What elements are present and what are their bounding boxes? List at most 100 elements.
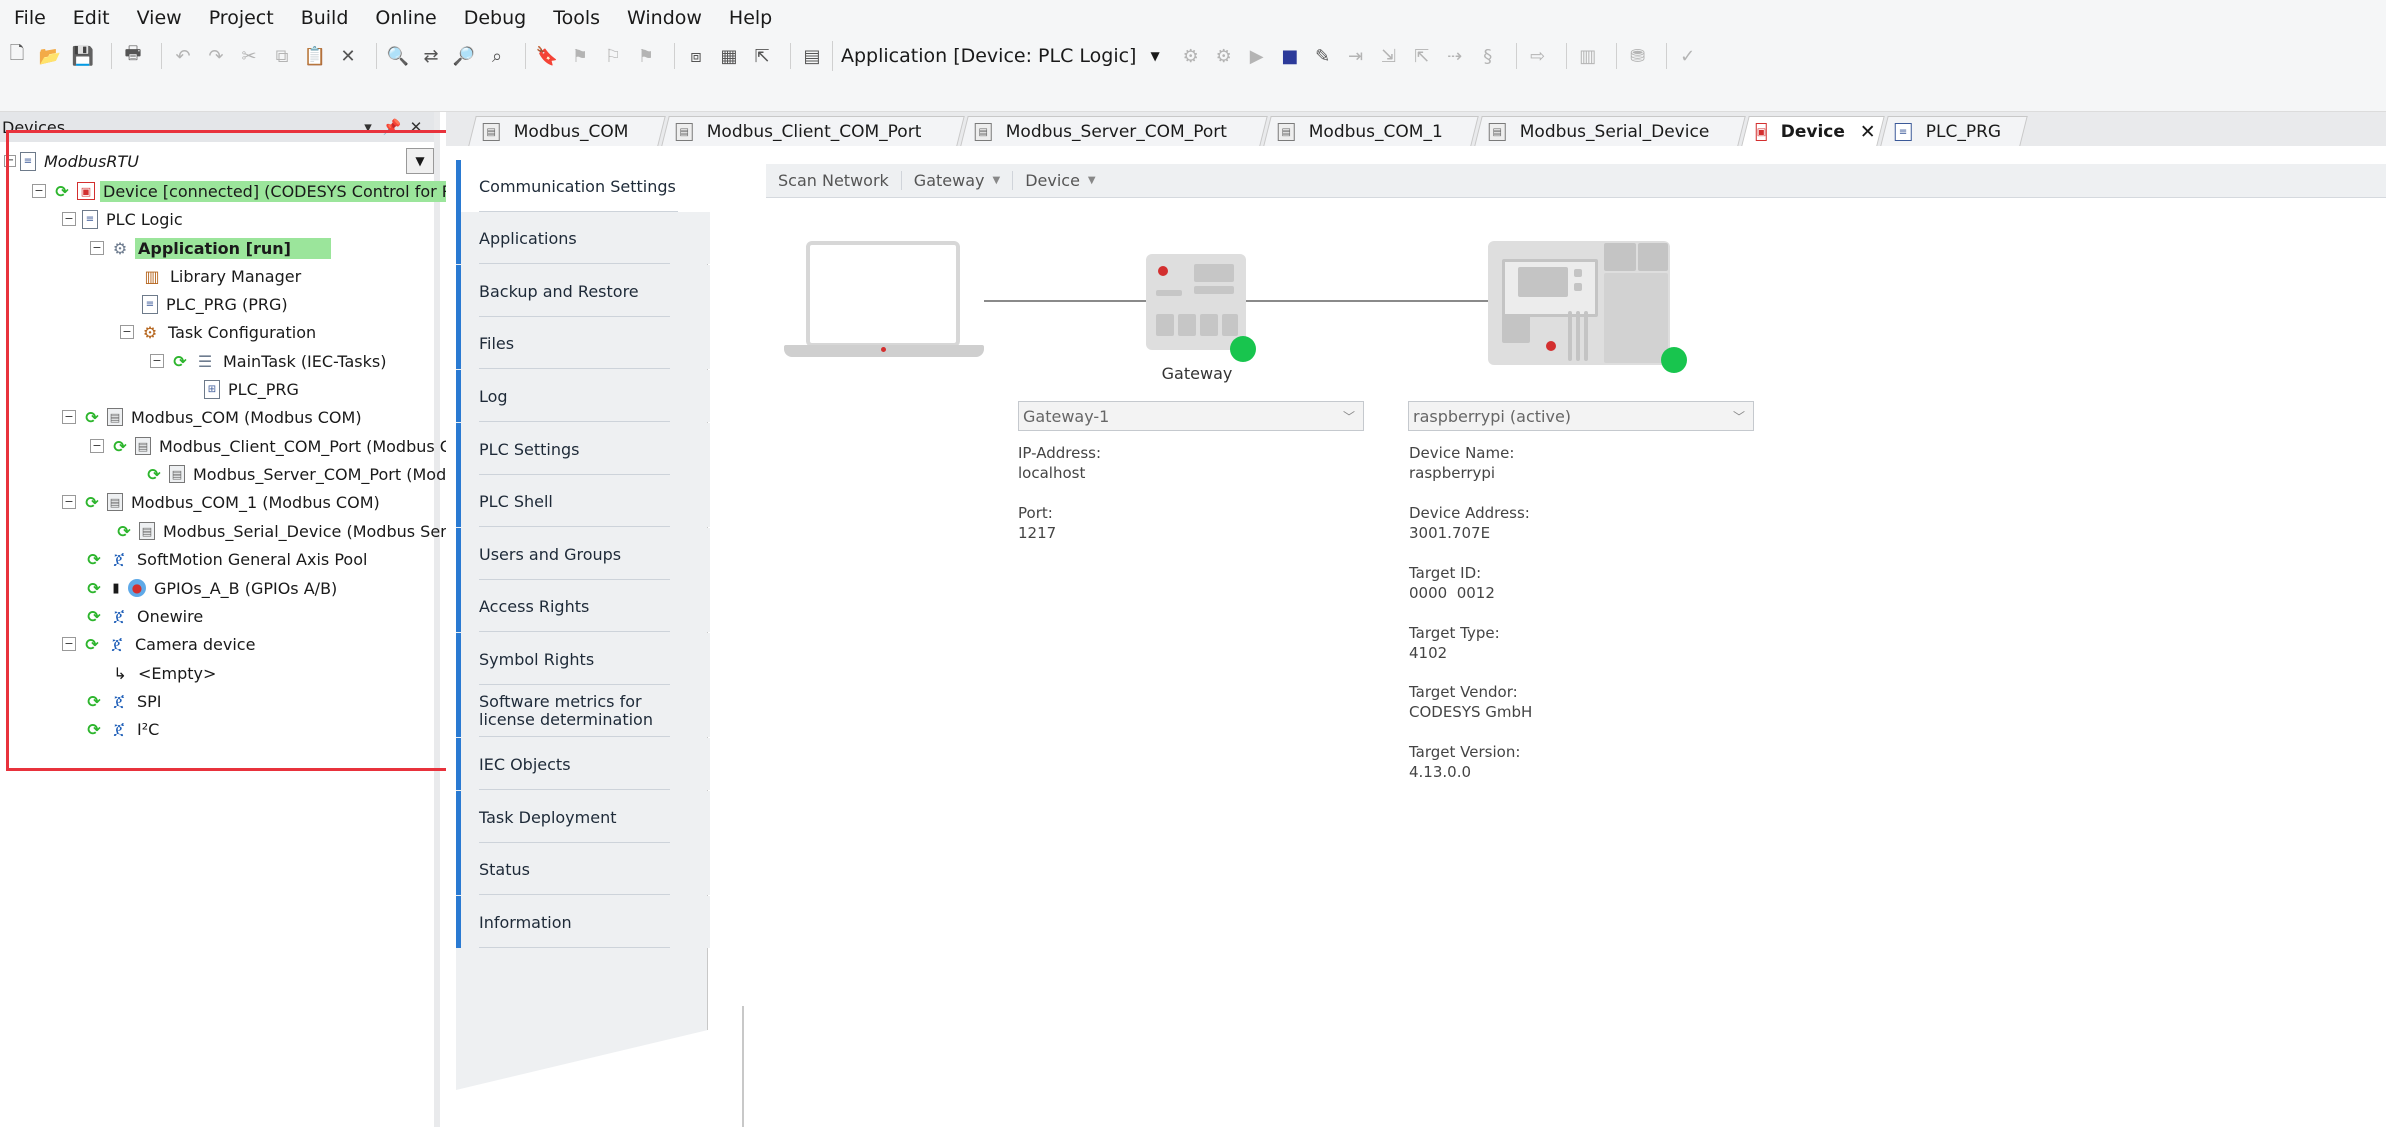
- collapse-icon[interactable]: −: [62, 212, 76, 226]
- close-icon[interactable]: ✕: [404, 118, 428, 136]
- nav-iec-objects[interactable]: IEC Objects: [456, 738, 710, 790]
- nav-users-and-groups[interactable]: Users and Groups: [456, 528, 710, 580]
- tree-item-plc-prg[interactable]: ≡ PLC_PRG (PRG): [142, 291, 291, 317]
- collapse-icon[interactable]: −: [4, 155, 16, 167]
- check-icon[interactable]: ✓: [1675, 43, 1701, 69]
- menu-tools[interactable]: Tools: [553, 7, 600, 29]
- redo-icon[interactable]: ↷: [203, 43, 229, 69]
- gateway-device-icon[interactable]: [1146, 254, 1246, 350]
- collapse-icon[interactable]: −: [90, 439, 104, 453]
- nav-backup-and-restore[interactable]: Backup and Restore: [456, 265, 710, 317]
- bookmark-icon[interactable]: 🔖: [534, 43, 560, 69]
- tree-item-device[interactable]: − ⟳ ▣ Device [connected] (CODESYS Contro…: [32, 178, 474, 204]
- delete-icon[interactable]: ✕: [335, 43, 361, 69]
- tree-item-spi[interactable]: ⟳ ጀ SPI: [84, 688, 165, 714]
- collapse-icon[interactable]: −: [62, 410, 76, 424]
- nav-access-rights[interactable]: Access Rights: [456, 580, 710, 632]
- device-select[interactable]: raspberrypi (active) ﹀: [1408, 401, 1754, 431]
- calendar-icon[interactable]: ▤: [799, 43, 825, 69]
- tree-item-gpios-a-b[interactable]: ⟳ ▮ ● GPIOs_A_B (GPIOs A/B): [84, 575, 340, 601]
- collapse-icon[interactable]: −: [120, 325, 134, 339]
- export-icon[interactable]: ⇱: [749, 43, 775, 69]
- tree-item-plc-prg-call[interactable]: ⊞ PLC_PRG: [204, 376, 302, 402]
- project-root-row[interactable]: − ≡ ModbusRTU ▼: [0, 148, 440, 174]
- tree-item-plc-logic[interactable]: − ≡ PLC Logic: [62, 206, 186, 232]
- gateway-menu-button[interactable]: Gateway ▼: [902, 171, 1014, 190]
- cut-icon[interactable]: ✂: [236, 43, 262, 69]
- menu-online[interactable]: Online: [375, 7, 436, 29]
- print-icon[interactable]: 🖶: [120, 43, 146, 69]
- paste-icon[interactable]: 📋: [302, 43, 328, 69]
- tab-modbus-com-1[interactable]: ▤ Modbus_COM_1: [1263, 116, 1479, 146]
- nav-log[interactable]: Log: [456, 370, 710, 422]
- collapse-icon[interactable]: −: [62, 495, 76, 509]
- tree-item-library-manager[interactable]: ▥ Library Manager: [142, 263, 304, 289]
- insert-object-icon[interactable]: ▦: [716, 43, 742, 69]
- force-values-icon[interactable]: ▥: [1575, 43, 1601, 69]
- menu-file[interactable]: File: [14, 7, 46, 29]
- bookmark-clear-icon[interactable]: ⚑: [633, 43, 659, 69]
- tree-item-task-configuration[interactable]: − ⚙ Task Configuration: [120, 319, 319, 345]
- new-file-icon[interactable]: 🗋: [4, 43, 30, 69]
- bookmark-prev-icon[interactable]: ⚐: [600, 43, 626, 69]
- bookmark-next-icon[interactable]: ⚑: [567, 43, 593, 69]
- nav-symbol-rights[interactable]: Symbol Rights: [456, 633, 710, 685]
- step-out-icon[interactable]: ⇱: [1409, 43, 1435, 69]
- tree-item-onewire[interactable]: ⟳ ጀ Onewire: [84, 603, 206, 629]
- tab-modbus-client-com-port[interactable]: ▤ Modbus_Client_COM_Port: [661, 116, 965, 146]
- tree-item-empty-slot[interactable]: ↳ <Empty>: [110, 660, 219, 686]
- nav-information[interactable]: Information: [456, 896, 710, 948]
- login-icon[interactable]: ⚙: [1178, 43, 1204, 69]
- active-application-combo[interactable]: Application [Device: PLC Logic] ▼: [832, 41, 1168, 71]
- collapse-icon[interactable]: −: [62, 637, 76, 651]
- tab-plc-prg[interactable]: ≡ PLC_PRG: [1880, 116, 2028, 146]
- plc-device-icon[interactable]: [1488, 241, 1670, 365]
- gateway-select[interactable]: Gateway-1 ﹀: [1018, 401, 1364, 431]
- scan-network-button[interactable]: Scan Network: [766, 171, 902, 190]
- close-icon[interactable]: ✕: [1860, 121, 1876, 143]
- stop-icon[interactable]: ■: [1277, 43, 1303, 69]
- build-icon[interactable]: ⧈: [683, 43, 709, 69]
- collapse-icon[interactable]: −: [90, 241, 104, 255]
- logout-icon[interactable]: ⚙: [1211, 43, 1237, 69]
- find-icon[interactable]: 🔍: [385, 43, 411, 69]
- open-folder-icon[interactable]: 📂: [37, 43, 63, 69]
- tree-item-camera-device[interactable]: − ⟳ ጀ Camera device: [62, 631, 258, 657]
- find-next-icon[interactable]: 🔎: [451, 43, 477, 69]
- menu-project[interactable]: Project: [209, 7, 274, 29]
- device-menu-button[interactable]: Device ▼: [1013, 171, 1107, 190]
- pin-icon[interactable]: 📌: [380, 118, 404, 136]
- tree-item-maintask[interactable]: − ⟳ ☰ MainTask (IEC-Tasks): [150, 348, 389, 374]
- chevron-down-icon[interactable]: ▼: [406, 148, 434, 174]
- nav-status[interactable]: Status: [456, 843, 710, 895]
- save-icon[interactable]: 💾: [70, 43, 96, 69]
- tab-modbus-com[interactable]: ▤ Modbus_COM: [468, 116, 666, 146]
- collapse-icon[interactable]: −: [150, 354, 164, 368]
- reset-icon[interactable]: ✎: [1310, 43, 1336, 69]
- replace-icon[interactable]: ⇄: [418, 43, 444, 69]
- tree-item-application[interactable]: − ⚙ Application [run]: [90, 235, 331, 261]
- run-to-cursor-icon[interactable]: ⇢: [1442, 43, 1468, 69]
- menu-debug[interactable]: Debug: [464, 7, 526, 29]
- tree-item-modbus-client-com-port[interactable]: − ⟳ ▤ Modbus_Client_COM_Port (Modbus Cl: [90, 433, 458, 459]
- menu-edit[interactable]: Edit: [73, 7, 110, 29]
- undo-icon[interactable]: ↶: [170, 43, 196, 69]
- tab-device[interactable]: ▣ Device ✕: [1741, 116, 1885, 146]
- nav-applications[interactable]: Applications: [456, 212, 710, 264]
- menu-view[interactable]: View: [137, 7, 182, 29]
- nav-communication-settings[interactable]: Communication Settings: [456, 160, 718, 212]
- tree-item-i2c[interactable]: ⟳ ጀ I²C: [84, 716, 162, 742]
- step-into-icon[interactable]: ⇲: [1376, 43, 1402, 69]
- tab-modbus-server-com-port[interactable]: ▤ Modbus_Server_COM_Port: [960, 116, 1268, 146]
- nav-files[interactable]: Files: [456, 317, 710, 369]
- nav-software-metrics[interactable]: Software metrics for license determinati…: [456, 685, 710, 737]
- nav-task-deployment[interactable]: Task Deployment: [456, 791, 710, 843]
- find-previous-icon[interactable]: ⌕: [484, 43, 510, 69]
- menu-help[interactable]: Help: [729, 7, 772, 29]
- nav-plc-shell[interactable]: PLC Shell: [456, 475, 710, 527]
- tree-item-modbus-serial-device[interactable]: ⟳ ▤ Modbus_Serial_Device (Modbus Serial: [114, 518, 468, 544]
- tab-modbus-serial-device[interactable]: ▤ Modbus_Serial_Device: [1474, 116, 1746, 146]
- menu-build[interactable]: Build: [301, 7, 349, 29]
- write-values-icon[interactable]: ⇨: [1525, 43, 1551, 69]
- tree-item-modbus-com[interactable]: − ⟳ ▤ Modbus_COM (Modbus COM): [62, 404, 365, 430]
